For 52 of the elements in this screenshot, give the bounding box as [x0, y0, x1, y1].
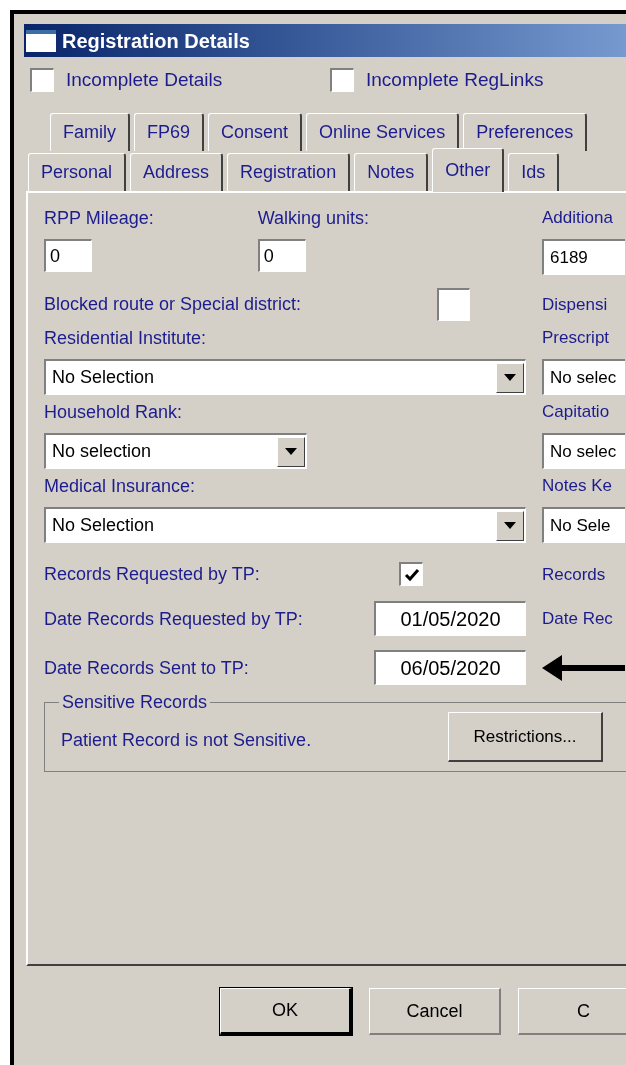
dropdown[interactable]: No selection — [44, 433, 307, 469]
text-field[interactable]: 0 — [257, 239, 306, 272]
tab[interactable]: FP69 — [134, 113, 205, 151]
dialog-button[interactable]: C — [518, 988, 626, 1035]
tab[interactable]: Other — [432, 148, 505, 192]
tab[interactable]: Notes — [354, 153, 429, 191]
dropdown[interactable]: No selec — [542, 359, 625, 395]
checkbox[interactable] — [437, 287, 470, 321]
tab[interactable]: Preferences — [463, 113, 588, 151]
text-field[interactable]: 06/05/2020 — [374, 650, 526, 685]
field-label: Prescript — [542, 327, 611, 349]
field-label: Capitatio — [542, 401, 611, 423]
tab[interactable]: Ids — [508, 153, 560, 191]
window-icon — [26, 29, 56, 52]
restrictions-button[interactable]: Restrictions... — [448, 712, 603, 762]
tab[interactable]: Personal — [28, 153, 127, 191]
field-label: Additiona — [542, 207, 614, 229]
field-label: Walking units: — [257, 207, 370, 229]
checkbox[interactable] — [399, 562, 423, 586]
field-label: Date Rec — [542, 609, 613, 628]
field-label: Notes Ke — [542, 475, 613, 497]
field-label: Patient Record is not Sensitive. — [61, 729, 312, 751]
dropdown[interactable]: No Selection — [44, 507, 526, 543]
checkbox[interactable] — [330, 68, 354, 92]
tab[interactable]: Address — [130, 153, 224, 191]
dialog-button[interactable]: Cancel — [369, 988, 502, 1035]
dropdown[interactable]: 6189 — [542, 239, 625, 275]
dropdown[interactable]: No Selection — [44, 359, 526, 395]
field-label: Incomplete Details — [66, 69, 223, 91]
dialog-button[interactable]: OK — [220, 988, 353, 1035]
text-field[interactable]: 01/05/2020 — [374, 601, 526, 636]
field-label: Residential Institute: — [44, 327, 208, 349]
tab[interactable]: Online Services — [306, 113, 460, 151]
field-label: RPP Mileage: — [44, 207, 154, 229]
tab[interactable]: Registration — [227, 153, 351, 191]
tab[interactable]: Family — [50, 113, 130, 151]
field-label: Date Records Sent to TP: — [44, 656, 249, 679]
field-label: Dispensi — [542, 294, 608, 314]
field-label: Records Requested by TP: — [44, 563, 261, 585]
field-label: Medical Insurance: — [44, 475, 197, 497]
field-label: Blocked route or Special district: — [44, 293, 303, 315]
text-field[interactable]: 0 — [44, 239, 92, 272]
checkbox[interactable] — [30, 68, 54, 92]
field-label: Household Rank: — [44, 401, 184, 423]
field-label: Date Records Requested by TP: — [44, 607, 303, 630]
tab[interactable]: Consent — [208, 113, 303, 151]
field-label: Incomplete RegLinks — [366, 69, 544, 91]
window-title: Registration Details — [62, 28, 250, 54]
checkmark-icon — [403, 567, 420, 582]
dropdown[interactable]: No selec — [542, 433, 625, 469]
field-label: Records — [542, 564, 606, 584]
dropdown[interactable]: No Sele — [542, 507, 625, 543]
